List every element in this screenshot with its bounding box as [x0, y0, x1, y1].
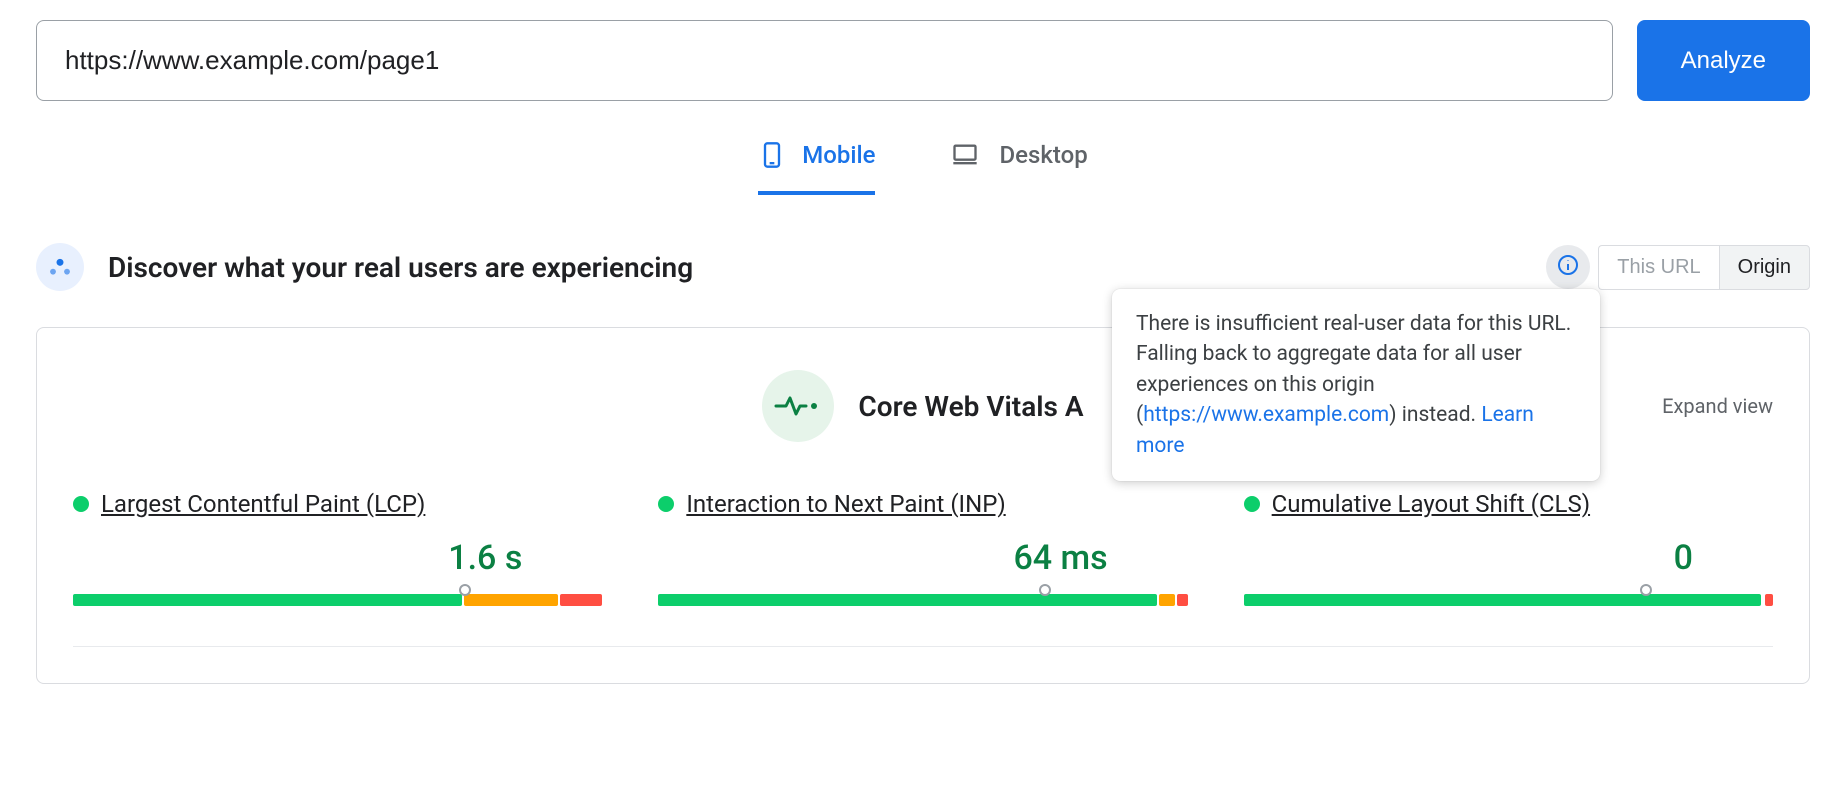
bar-poor — [1177, 594, 1188, 606]
bar-marker — [1640, 584, 1652, 596]
section-header: Discover what your real users are experi… — [36, 243, 1810, 291]
scope-segmented: This URL Origin — [1546, 245, 1810, 290]
bar-good — [658, 594, 1157, 606]
tab-desktop[interactable]: Desktop — [947, 137, 1087, 195]
desktop-icon — [947, 141, 983, 169]
scope-origin[interactable]: Origin — [1719, 245, 1810, 290]
bar-good — [73, 594, 462, 606]
crux-badge-icon — [36, 243, 84, 291]
metric-header: Interaction to Next Paint (INP) — [658, 490, 1187, 518]
insufficient-data-tooltip: There is insufficient real-user data for… — [1112, 289, 1600, 481]
tooltip-origin-link[interactable]: https://www.example.com — [1143, 403, 1389, 427]
metric-lcp-name[interactable]: Largest Contentful Paint (LCP) — [101, 490, 425, 518]
search-row: Analyze — [36, 20, 1810, 101]
bar-poor — [560, 594, 602, 606]
bar-poor — [1765, 594, 1773, 606]
bar-ni — [464, 594, 559, 606]
metric-inp: Interaction to Next Paint (INP) 64 ms — [658, 490, 1187, 606]
device-tabs: Mobile Desktop — [36, 137, 1810, 195]
metric-cls-name[interactable]: Cumulative Layout Shift (CLS) — [1272, 490, 1590, 518]
section-header-left: Discover what your real users are experi… — [36, 243, 693, 291]
metric-inp-value: 64 ms — [658, 538, 1187, 578]
status-dot-good-icon — [73, 496, 89, 512]
metrics-row: Largest Contentful Paint (LCP) 1.6 s Int… — [73, 490, 1773, 606]
url-input[interactable] — [36, 20, 1613, 101]
metric-lcp-value: 1.6 s — [73, 538, 602, 578]
mobile-icon — [758, 137, 786, 173]
metric-cls-bar — [1244, 594, 1773, 606]
metric-lcp-bar — [73, 594, 602, 606]
pulse-icon — [762, 370, 834, 442]
metric-cls: Cumulative Layout Shift (CLS) 0 — [1244, 490, 1773, 606]
assessment-title: Core Web Vitals A — [858, 390, 1083, 423]
tab-mobile[interactable]: Mobile — [758, 137, 875, 195]
analyze-button[interactable]: Analyze — [1637, 20, 1810, 101]
tooltip-text-mid: ) instead. — [1389, 403, 1481, 427]
metric-lcp: Largest Contentful Paint (LCP) 1.6 s — [73, 490, 602, 606]
bar-marker — [1039, 584, 1051, 596]
metric-inp-bar — [658, 594, 1187, 606]
bar-ni — [1159, 594, 1175, 606]
tab-desktop-label: Desktop — [999, 141, 1087, 169]
status-dot-good-icon — [1244, 496, 1260, 512]
bar-good — [1244, 594, 1761, 606]
metric-cls-value: 0 — [1244, 538, 1773, 578]
metric-header: Cumulative Layout Shift (CLS) — [1244, 490, 1773, 518]
expand-view-link[interactable]: Expand view — [1662, 394, 1773, 418]
divider — [73, 646, 1773, 647]
info-button[interactable] — [1546, 245, 1590, 289]
status-dot-good-icon — [658, 496, 674, 512]
info-icon — [1556, 253, 1580, 281]
scope-this-url[interactable]: This URL — [1598, 245, 1718, 290]
metric-inp-name[interactable]: Interaction to Next Paint (INP) — [686, 490, 1005, 518]
tab-mobile-label: Mobile — [802, 141, 875, 169]
metric-header: Largest Contentful Paint (LCP) — [73, 490, 602, 518]
bar-marker — [459, 584, 471, 596]
section-title: Discover what your real users are experi… — [108, 251, 693, 284]
